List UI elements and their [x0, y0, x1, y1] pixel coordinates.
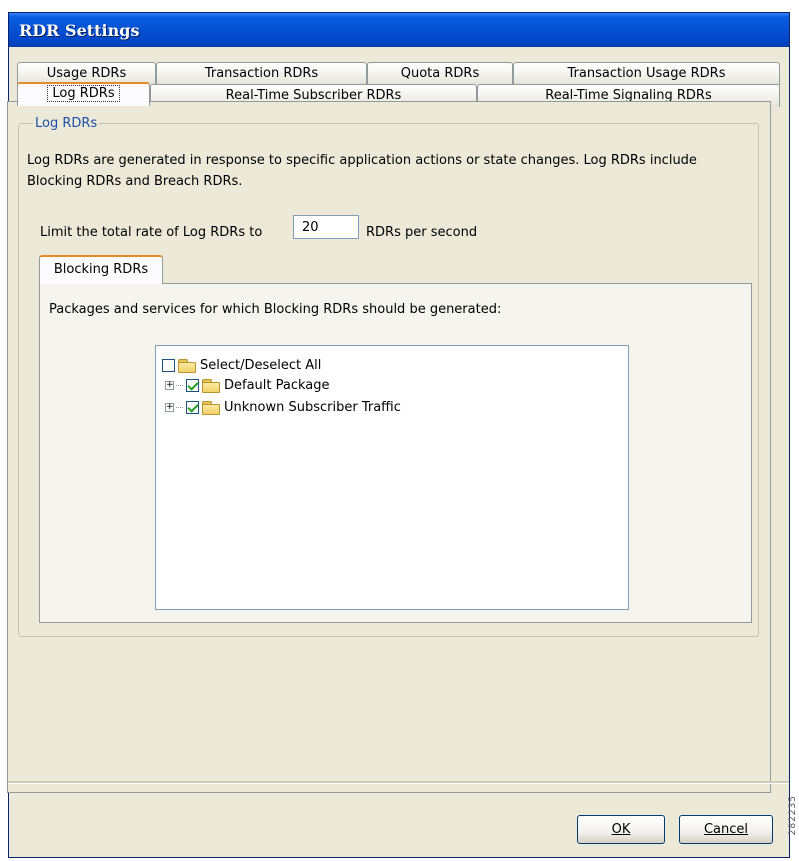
- cancel-button-label: Cancel: [703, 822, 749, 837]
- folder-icon: [202, 400, 220, 415]
- tab-label: Transaction Usage RDRs: [567, 66, 726, 81]
- groupbox-legend: Log RDRs: [33, 116, 100, 131]
- package-service-tree[interactable]: Select/Deselect All + Default Package + …: [155, 345, 629, 610]
- rate-limit-input[interactable]: [293, 215, 359, 239]
- rate-limit-suffix: RDRs per second: [366, 225, 478, 240]
- window-title: RDR Settings: [19, 21, 140, 40]
- tree-item-label: Unknown Subscriber Traffic: [224, 399, 401, 415]
- ok-button[interactable]: OK: [577, 815, 665, 844]
- blocking-rdrs-description: Packages and services for which Blocking…: [49, 302, 502, 317]
- tree-connector: [176, 384, 183, 386]
- log-rdrs-description: Log RDRs are generated in response to sp…: [27, 153, 697, 189]
- tab-label: Blocking RDRs: [53, 262, 149, 277]
- title-bar[interactable]: RDR Settings: [9, 13, 789, 47]
- tree-item-unknown-subscriber-traffic[interactable]: + Unknown Subscriber Traffic: [165, 398, 401, 416]
- folder-icon: [178, 358, 196, 373]
- expand-plus-icon[interactable]: +: [165, 402, 174, 412]
- checkbox-unknown-subscriber-traffic[interactable]: [186, 400, 199, 414]
- tree-item-label: Default Package: [224, 377, 330, 393]
- checkbox-select-all[interactable]: [162, 358, 175, 372]
- tab-blocking-rdrs[interactable]: Blocking RDRs: [39, 255, 163, 284]
- cancel-button[interactable]: Cancel: [679, 815, 773, 844]
- button-bar-separator: [8, 781, 789, 784]
- tab-log-rdrs[interactable]: Log RDRs: [17, 82, 150, 106]
- ok-button-label: OK: [611, 822, 631, 837]
- tab-label: Log RDRs: [47, 85, 120, 102]
- figure-id-watermark: 282235: [788, 795, 798, 836]
- folder-icon: [202, 378, 220, 393]
- tab-transaction-rdrs[interactable]: Transaction RDRs: [156, 62, 367, 85]
- tab-transaction-usage-rdrs[interactable]: Transaction Usage RDRs: [513, 62, 780, 85]
- checkbox-default-package[interactable]: [186, 378, 199, 392]
- tab-label: Quota RDRs: [400, 66, 480, 81]
- tree-item-label: Select/Deselect All: [200, 357, 322, 373]
- tab-label: Transaction RDRs: [204, 66, 319, 81]
- tree-item-select-all[interactable]: Select/Deselect All: [162, 356, 321, 374]
- tab-quota-rdrs[interactable]: Quota RDRs: [367, 62, 513, 85]
- tree-connector: [176, 406, 183, 408]
- tab-label: Usage RDRs: [46, 66, 127, 81]
- expand-plus-icon[interactable]: +: [165, 380, 174, 390]
- rate-limit-label: Limit the total rate of Log RDRs to: [40, 225, 263, 240]
- tree-item-default-package[interactable]: + Default Package: [165, 376, 330, 394]
